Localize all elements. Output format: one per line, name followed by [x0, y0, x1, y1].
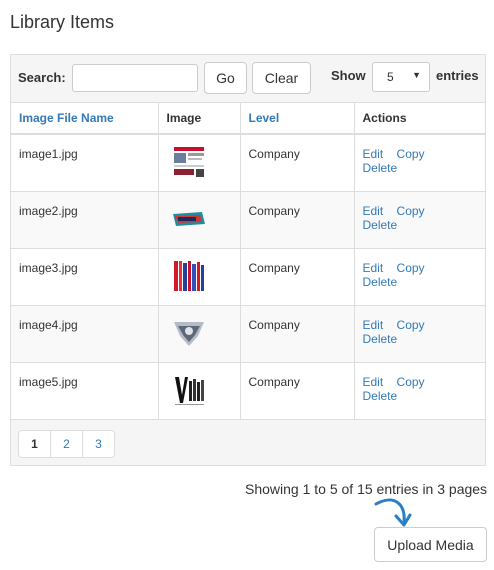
- go-button[interactable]: Go: [204, 62, 247, 94]
- edit-link[interactable]: Edit: [363, 375, 384, 389]
- actions-cell: Edit Copy Delete: [354, 305, 485, 363]
- library-page: Library Items Search: Go Clear Show 5 ▼ …: [0, 0, 494, 570]
- file-name-cell: image2.jpg: [11, 191, 159, 249]
- magazine-thumbnail-image[interactable]: [171, 372, 206, 407]
- page-3-link[interactable]: 3: [83, 431, 114, 457]
- table-row: image3.jpg Company Edit Copy Delete: [11, 248, 485, 306]
- file-name-cell: image1.jpg: [11, 134, 159, 192]
- table-row: image1.jpg Company Edit Copy Delete: [11, 134, 485, 192]
- edit-link[interactable]: Edit: [363, 204, 384, 218]
- table-row: image5.jpg Company Edit Copy Delete: [11, 362, 485, 420]
- level-cell: Company: [240, 305, 355, 363]
- search-toolbar: Search: Go Clear Show 5 ▼ entries: [11, 55, 485, 103]
- table-row: image2.jpg Company Edit Copy Delete: [11, 191, 485, 249]
- delete-link[interactable]: Delete: [363, 161, 398, 175]
- copy-link[interactable]: Copy: [397, 147, 425, 161]
- edit-link[interactable]: Edit: [363, 261, 384, 275]
- level-cell: Company: [240, 191, 355, 249]
- column-header-file-name[interactable]: Image File Name: [11, 102, 159, 135]
- image-cell: [158, 248, 241, 306]
- caret-down-icon: ▼: [412, 70, 421, 80]
- entries-status-text: Showing 1 to 5 of 15 entries in 3 pages: [245, 481, 488, 497]
- level-cell: Company: [240, 362, 355, 420]
- delete-link[interactable]: Delete: [363, 389, 398, 403]
- page-size-select[interactable]: 5 ▼: [372, 62, 430, 92]
- search-input[interactable]: [72, 64, 198, 92]
- library-table: Image File Name Image Level Actions imag…: [11, 102, 485, 420]
- library-panel: Search: Go Clear Show 5 ▼ entries Image …: [10, 54, 486, 466]
- page-2-link[interactable]: 2: [51, 431, 83, 457]
- level-cell: Company: [240, 248, 355, 306]
- page-size-value: 5: [387, 70, 394, 84]
- copy-link[interactable]: Copy: [397, 375, 425, 389]
- image-cell: [158, 191, 241, 249]
- file-name-cell: image5.jpg: [11, 362, 159, 420]
- table-row: image4.jpg Company Edit Copy Delete: [11, 305, 485, 363]
- clear-button[interactable]: Clear: [252, 62, 311, 94]
- pagination: 1 2 3: [18, 430, 115, 458]
- edit-link[interactable]: Edit: [363, 318, 384, 332]
- image-cell: [158, 362, 241, 420]
- webpage-thumbnail-image[interactable]: [171, 145, 206, 179]
- delete-link[interactable]: Delete: [363, 275, 398, 289]
- delete-link[interactable]: Delete: [363, 218, 398, 232]
- image-cell: [158, 305, 241, 363]
- file-name-cell: image3.jpg: [11, 248, 159, 306]
- actions-cell: Edit Copy Delete: [354, 134, 485, 192]
- copy-link[interactable]: Copy: [397, 204, 425, 218]
- copy-link[interactable]: Copy: [397, 318, 425, 332]
- image-cell: [158, 134, 241, 192]
- table-header-row: Image File Name Image Level Actions: [11, 102, 485, 135]
- copy-link[interactable]: Copy: [397, 261, 425, 275]
- column-header-image: Image: [158, 102, 241, 135]
- logo-thumbnail-image[interactable]: [171, 201, 206, 236]
- magazine-thumbnail-image[interactable]: [171, 258, 206, 293]
- actions-cell: Edit Copy Delete: [354, 362, 485, 420]
- actions-cell: Edit Copy Delete: [354, 191, 485, 249]
- page-1-link[interactable]: 1: [19, 431, 51, 457]
- pagination-bar: 1 2 3: [11, 420, 485, 465]
- pointer-arrow-icon: [374, 498, 412, 527]
- edit-link[interactable]: Edit: [363, 147, 384, 161]
- page-title: Library Items: [10, 12, 115, 32]
- search-label: Search:: [18, 70, 66, 85]
- entries-label: entries: [436, 68, 479, 83]
- column-header-level[interactable]: Level: [240, 102, 355, 135]
- photo-thumbnail-image[interactable]: [171, 315, 206, 350]
- actions-cell: Edit Copy Delete: [354, 248, 485, 306]
- show-label: Show: [331, 68, 366, 83]
- upload-media-button[interactable]: Upload Media: [374, 527, 487, 562]
- column-header-actions: Actions: [354, 102, 485, 135]
- file-name-cell: image4.jpg: [11, 305, 159, 363]
- level-cell: Company: [240, 134, 355, 192]
- delete-link[interactable]: Delete: [363, 332, 398, 346]
